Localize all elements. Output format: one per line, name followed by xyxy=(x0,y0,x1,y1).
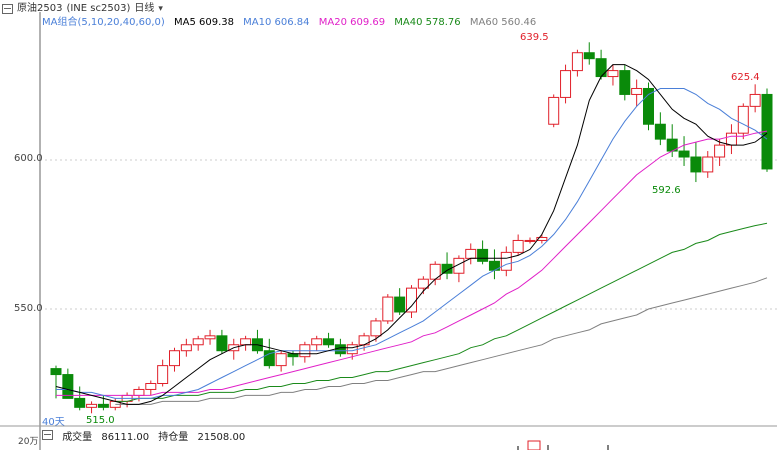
chart-header: 原油2503 (INE sc2503) 日线 ▾ xyxy=(0,2,167,16)
candlestick-series xyxy=(50,42,773,414)
ma10-value: MA10 606.84 xyxy=(243,17,310,28)
candle-body xyxy=(204,335,216,340)
candle-body xyxy=(548,96,560,125)
candle-body xyxy=(595,58,607,78)
volume-panel-icon[interactable] xyxy=(42,430,53,440)
candle-body xyxy=(275,353,287,367)
candle-body xyxy=(240,338,252,346)
candle-body xyxy=(370,320,382,337)
candle-body xyxy=(50,368,62,376)
annotation-low: 515.0 xyxy=(86,415,115,426)
candle-body xyxy=(512,239,524,253)
candle-body xyxy=(346,344,358,355)
candle-body xyxy=(737,105,749,134)
oi-value: 21508.00 xyxy=(197,432,246,443)
ma20-value: MA20 609.69 xyxy=(318,17,386,28)
ma60-line xyxy=(115,277,768,405)
candle-body xyxy=(477,248,489,262)
candle-body xyxy=(406,287,417,313)
symbol-name[interactable]: 原油2503 xyxy=(17,2,62,16)
window-icon[interactable] xyxy=(2,4,13,14)
candle-body xyxy=(607,70,619,78)
candle-body xyxy=(74,397,86,408)
candle-body xyxy=(631,87,643,95)
candle-body xyxy=(334,344,346,355)
candle-body xyxy=(725,132,737,146)
ma-group-label[interactable]: MA组合(5,10,20,40,60,0) xyxy=(42,17,165,28)
oi-label: 持仓量 xyxy=(158,432,189,443)
candle-body xyxy=(323,338,335,346)
ma40-line xyxy=(115,222,768,402)
period-selector[interactable]: 日线 xyxy=(134,2,154,16)
candle-body xyxy=(560,70,572,98)
candle-body xyxy=(394,296,406,313)
candle-body xyxy=(311,338,323,346)
candle-body xyxy=(417,278,429,289)
candle-body xyxy=(192,338,204,346)
candle-body xyxy=(216,335,228,352)
candle-body xyxy=(465,248,477,259)
candle-body xyxy=(714,144,726,158)
chevron-down-icon[interactable]: ▾ xyxy=(158,2,163,16)
candle-body xyxy=(145,383,157,390)
candle-body xyxy=(86,403,98,408)
y-tick-550: 550.0 xyxy=(14,303,43,314)
volume-legend: 成交量 86111.00 持仓量 21508.00 xyxy=(42,428,251,443)
candle-body xyxy=(571,52,583,72)
candle-body xyxy=(524,239,536,242)
days-label[interactable]: 40天 xyxy=(42,413,65,428)
candle-body xyxy=(62,374,74,399)
y-tick-600: 600.0 xyxy=(14,153,43,164)
candle-body xyxy=(169,350,180,367)
candle-body xyxy=(702,156,714,173)
volume-bars xyxy=(517,440,609,450)
ma40-value: MA40 578.76 xyxy=(394,17,461,28)
volume-label: 成交量 xyxy=(62,432,93,443)
price-chart[interactable] xyxy=(0,0,777,450)
exchange-code: (INE sc2503) xyxy=(66,3,131,14)
candle-body xyxy=(749,93,761,107)
ma-legend: MA组合(5,10,20,40,60,0) MA5 609.38 MA10 60… xyxy=(42,17,542,29)
candle-body xyxy=(382,296,394,322)
candle-body xyxy=(97,403,109,408)
candle-body xyxy=(619,70,631,95)
candle-body xyxy=(583,52,595,60)
candle-body xyxy=(500,251,512,271)
candle-body xyxy=(690,156,702,173)
candle-body xyxy=(180,344,192,352)
ma5-value: MA5 609.38 xyxy=(173,17,234,28)
ma20-line xyxy=(56,130,768,396)
candle-body xyxy=(157,365,169,384)
annotation-recent-high: 625.4 xyxy=(731,72,760,83)
candle-body xyxy=(133,388,145,396)
candle-body xyxy=(678,150,690,158)
annotation-recent-low: 592.6 xyxy=(652,185,681,196)
ma60-value: MA60 560.46 xyxy=(469,17,537,28)
volume-value: 86111.00 xyxy=(101,432,150,443)
candle-body xyxy=(654,123,666,140)
volume-axis-label: 20万 xyxy=(18,437,39,447)
annotation-high: 639.5 xyxy=(520,32,549,43)
